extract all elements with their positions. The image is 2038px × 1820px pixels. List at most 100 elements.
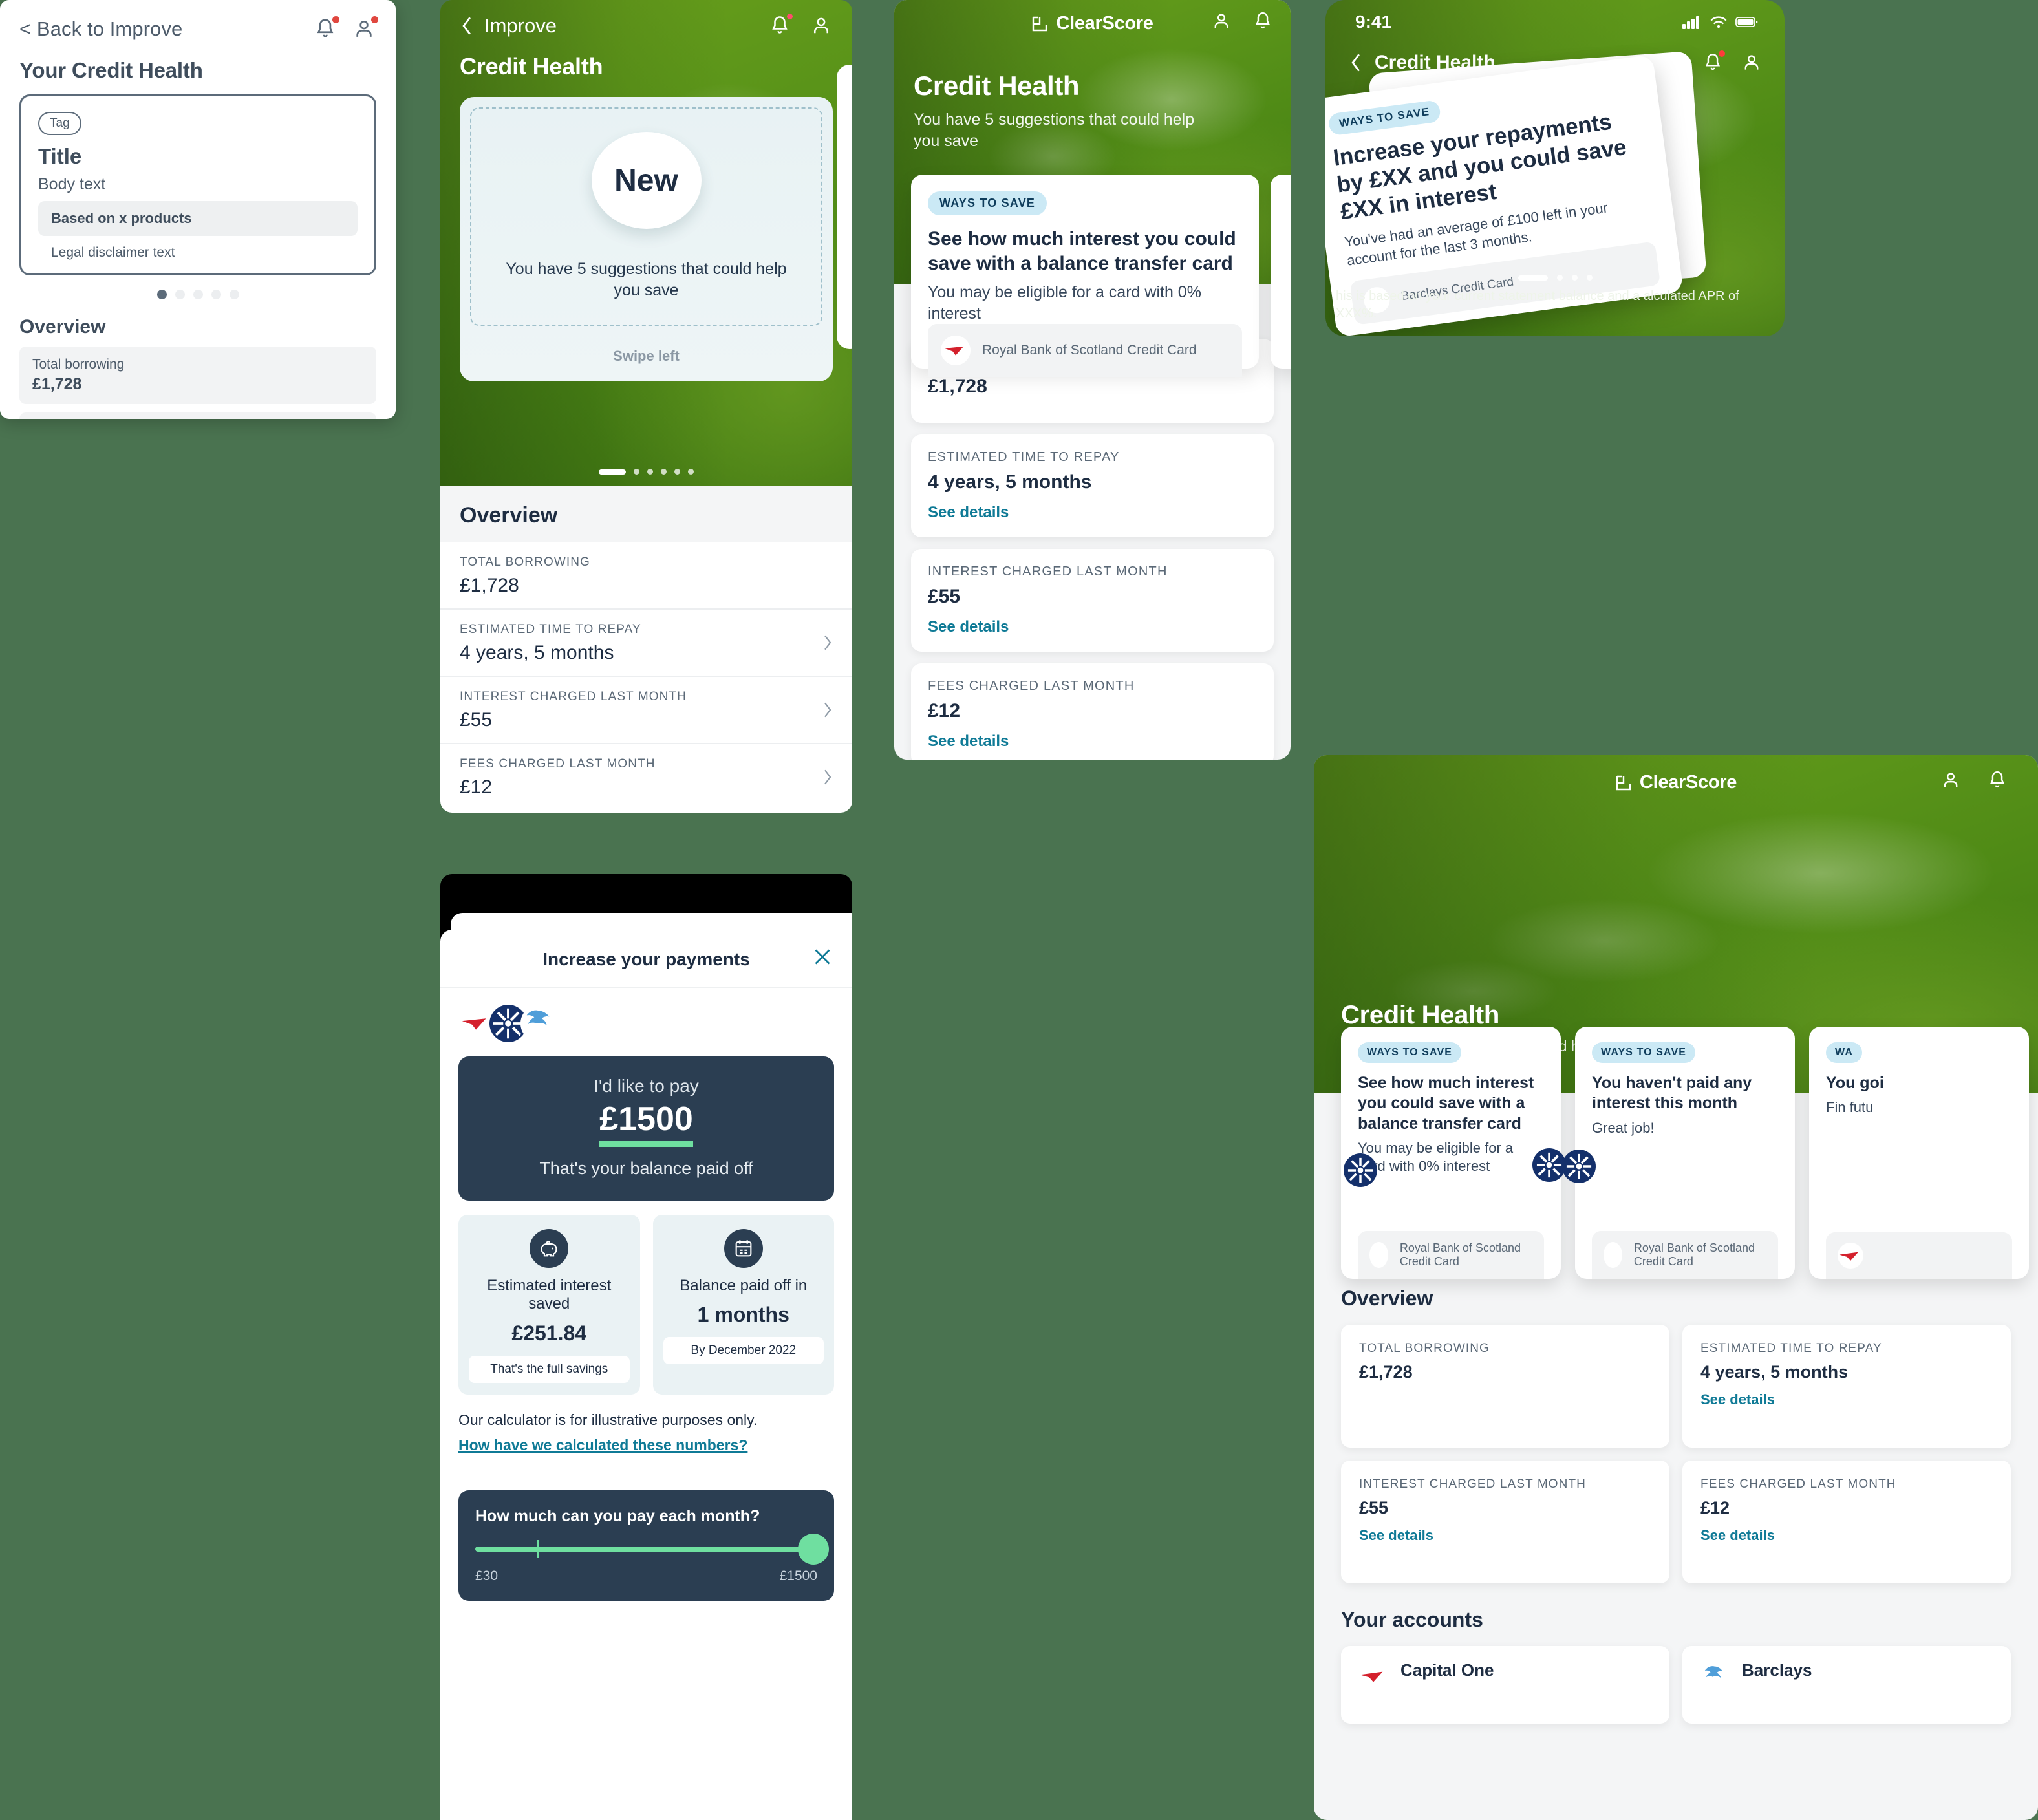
card-caption: FEES CHARGED LAST MONTH — [928, 679, 1135, 693]
card-body-text: Body text — [38, 175, 106, 193]
page-title: Credit Health — [1341, 1001, 1500, 1029]
based-on-products-row: Based on x products — [38, 201, 358, 236]
bell-unread-dot — [1719, 50, 1725, 57]
profile-button[interactable] — [1940, 769, 1962, 791]
suggestion-card[interactable]: WAYS TO SAVE See how much interest you c… — [911, 175, 1259, 377]
ways-to-save-tag: WAYS TO SAVE — [1592, 1042, 1696, 1063]
pager-dot[interactable] — [156, 290, 167, 299]
capital-one-logo — [1358, 1660, 1389, 1691]
overview-row-estimated-time-to-repay[interactable]: ESTIMATED TIME TO REPAY 4 years, 5 month… — [440, 610, 852, 677]
close-icon[interactable] — [811, 945, 834, 969]
overview-row-fees-charged[interactable]: FEES CHARGED LAST MONTH £12 — [440, 744, 852, 810]
tile-balance-paid-off: Balance paid off in 1 months By December… — [652, 1214, 834, 1395]
notifications-bell-button[interactable] — [1252, 10, 1274, 32]
see-details-link[interactable]: See details — [1359, 1527, 1433, 1544]
row-value: 4 years, 5 months — [460, 642, 614, 663]
overview-card-estimated-time-to-repay: ESTIMATED TIME TO REPAY 4 years, 5 month… — [911, 434, 1274, 537]
payment-slider[interactable] — [475, 1534, 829, 1565]
row-value: £55 — [460, 709, 493, 731]
slider-min-label: £30 — [475, 1568, 499, 1584]
tile-caption: Estimated interest saved — [487, 1276, 612, 1313]
suggestion-card-peek[interactable]: WA You goi Fin futu — [1809, 1027, 2029, 1279]
slider-max-label: £1500 — [779, 1568, 817, 1584]
account-row-capital-one: Capital One — [1341, 1646, 1669, 1724]
brand-name: ClearScore — [1056, 13, 1153, 34]
nav-back-label[interactable]: Improve — [484, 14, 557, 37]
pager-dot[interactable] — [175, 290, 185, 299]
clearscore-mobile-panel: ClearScore Credit Health You have 5 sugg… — [894, 0, 1291, 760]
card-caption: ESTIMATED TIME TO REPAY — [928, 450, 1120, 464]
tile-caption: Balance paid off in — [680, 1276, 808, 1294]
pager-dot[interactable] — [688, 469, 694, 475]
pager-dot[interactable] — [647, 469, 653, 475]
back-chevron-icon[interactable] — [460, 16, 474, 36]
see-details-link[interactable]: See details — [928, 504, 1009, 522]
overview-row-interest-charged[interactable]: INTEREST CHARGED LAST MONTH £55 — [440, 677, 852, 744]
new-suggestions-card[interactable]: New You have 5 suggestions that could he… — [460, 97, 833, 381]
royal-bank-of-scotland-logo — [1562, 1150, 1596, 1183]
ways-to-save-carousel[interactable]: WAYS TO SAVE See how much interest you c… — [1341, 1027, 2038, 1279]
see-details-link[interactable]: See details — [1700, 1391, 1775, 1408]
pager-dot[interactable] — [1556, 275, 1563, 281]
profile-button[interactable] — [810, 14, 833, 37]
pager-dot[interactable] — [661, 469, 667, 475]
suggestion-card[interactable]: WAYS TO SAVE You haven't paid any intere… — [1562, 1027, 1795, 1279]
overview-heading: Overview — [1341, 1287, 1433, 1310]
pager-dot[interactable] — [634, 469, 639, 475]
pager-dot[interactable] — [193, 290, 203, 299]
how-calculated-link[interactable]: How have we calculated these numbers? — [458, 1437, 747, 1454]
suggestion-card-peek[interactable] — [1271, 175, 1291, 369]
pager-dot[interactable] — [229, 290, 239, 299]
notifications-bell-button[interactable] — [1986, 769, 2008, 791]
profile-button[interactable] — [352, 16, 378, 41]
pager-active-bar[interactable] — [599, 469, 626, 475]
clearscore-header-icons — [1210, 10, 1274, 32]
page-title: Your Credit Health — [19, 58, 203, 82]
slider-question: How much can you pay each month? — [475, 1507, 760, 1526]
provider-name: Royal Bank of Scotland Credit Card — [982, 343, 1197, 358]
provider-logos — [458, 1005, 834, 1042]
suggestion-provider-row: Royal Bank of Scotland Credit Card — [1592, 1231, 1778, 1279]
ways-to-save-carousel[interactable]: WAYS TO SAVE See how much interest you c… — [911, 175, 1291, 377]
profile-button[interactable] — [1210, 10, 1232, 32]
card-caption: INTEREST CHARGED LAST MONTH — [1359, 1477, 1586, 1491]
pager-dot[interactable] — [674, 469, 680, 475]
pager-dot[interactable] — [1571, 275, 1578, 281]
status-time: 9:41 — [1355, 12, 1392, 32]
back-chevron-icon[interactable] — [1349, 52, 1363, 73]
slider-knob[interactable] — [798, 1534, 829, 1565]
see-details-link[interactable]: See details — [1700, 1527, 1775, 1544]
legal-disclaimer-text: his is based on your current statement b… — [1336, 289, 1739, 321]
increase-payments-modal-panel: Increase your payments I'd like to pay £… — [440, 874, 852, 1820]
account-row-barclays: Barclays — [1682, 1646, 2011, 1724]
suggestion-body: You may be eligible for a card with 0% i… — [928, 283, 1201, 323]
improve-hero: Improve Credit Health New You have 5 sug… — [440, 0, 852, 486]
see-details-link[interactable]: See details — [928, 733, 1009, 751]
card-value: £1,728 — [1359, 1362, 1413, 1382]
overview-row-time-to-repay[interactable]: Time to repay 4 years 5 months › — [19, 412, 376, 419]
suggestion-provider-row: Royal Bank of Scotland Credit Card — [928, 324, 1242, 377]
increase-payments-modal: Increase your payments I'd like to pay £… — [440, 930, 852, 1820]
notifications-bell-button[interactable] — [768, 14, 793, 37]
pager-dot[interactable] — [1586, 275, 1593, 281]
pager-active-bar[interactable] — [1518, 275, 1548, 281]
hero-carousel-pager[interactable] — [440, 469, 852, 475]
royal-bank-of-scotland-logo — [1344, 1153, 1377, 1187]
pager-dot[interactable] — [211, 290, 221, 299]
suggestion-card[interactable]: WAYS TO SAVE See how much interest you c… — [1341, 1027, 1566, 1279]
notifications-bell-button[interactable] — [313, 16, 339, 41]
carousel-pager[interactable] — [19, 290, 376, 299]
back-to-improve-link[interactable]: < Back to Improve — [19, 17, 182, 41]
royal-bank-of-scotland-logo — [1532, 1148, 1566, 1182]
row-value: £1,728 — [32, 375, 82, 393]
see-details-link[interactable]: See details — [928, 618, 1009, 636]
profile-button[interactable] — [1741, 52, 1763, 74]
row-caption: ESTIMATED TIME TO REPAY — [460, 623, 641, 636]
suggestion-body: Fin futu — [1826, 1099, 1874, 1116]
card-title: Title — [38, 144, 82, 168]
your-accounts-heading: Your accounts — [1341, 1608, 1483, 1631]
overview-row-total-borrowing[interactable]: Total borrowing £1,728 — [19, 347, 376, 404]
notifications-bell-button[interactable] — [1702, 50, 1725, 74]
carousel-pager[interactable] — [1325, 275, 1785, 281]
overview-heading: Overview — [19, 316, 106, 337]
